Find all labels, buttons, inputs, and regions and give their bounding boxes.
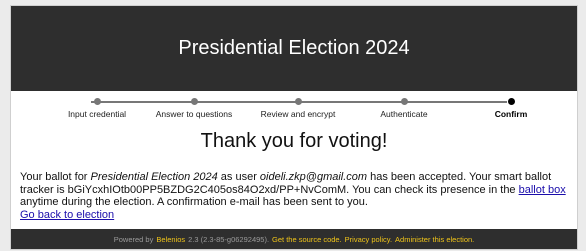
footer-version: 2.3 (2.3-85-g06292495).	[188, 234, 270, 244]
page-footer: Powered by Belenios 2.3 (2.3-85-g0629249…	[11, 229, 577, 249]
administer-link[interactable]: Administer this election.	[395, 235, 474, 244]
step-label: Answer to questions	[155, 109, 233, 119]
step-label: Authenticate	[380, 109, 428, 119]
belenios-link[interactable]: Belenios	[156, 235, 185, 244]
page-header: Presidential Election 2024	[11, 6, 577, 91]
step-dot	[93, 98, 101, 105]
step-authenticate: Authenticate	[349, 96, 459, 119]
step-label: Input credential	[67, 109, 127, 119]
user-email: oideli.zkp@gmail.com	[259, 171, 368, 183]
page-frame: Presidential Election 2024 Input credent…	[10, 5, 578, 250]
progress-steps: Input credential Answer to questions Rev…	[11, 96, 577, 126]
msg-text: Your ballot for	[20, 171, 91, 183]
step-dot	[294, 98, 302, 105]
footer-powered-by: Powered by	[113, 234, 154, 244]
step-dot	[190, 98, 198, 105]
step-dot	[400, 98, 408, 105]
election-title: Presidential Election 2024	[178, 37, 410, 59]
step-input-credential: Input credential	[42, 96, 152, 119]
source-code-link[interactable]: Get the source code.	[272, 235, 342, 244]
step-review-encrypt: Review and encrypt	[243, 96, 353, 119]
step-label: Review and encrypt	[260, 109, 336, 119]
confirmation-message: Your ballot for Presidential Election 20…	[20, 171, 572, 221]
msg-text: as user	[217, 171, 260, 183]
step-dot-active	[507, 98, 515, 105]
thank-you-heading: Thank you for voting!	[200, 130, 388, 152]
msg-text: anytime during the election. A confirmat…	[20, 196, 368, 208]
election-name: Presidential Election 2024	[90, 171, 218, 183]
step-answer-questions: Answer to questions	[139, 96, 249, 119]
go-back-link[interactable]: Go back to election	[20, 209, 114, 221]
ballot-box-link[interactable]: ballot box	[519, 184, 566, 196]
step-label: Confirm	[494, 109, 528, 119]
privacy-policy-link[interactable]: Privacy policy.	[345, 235, 392, 244]
step-confirm: Confirm	[456, 96, 566, 119]
